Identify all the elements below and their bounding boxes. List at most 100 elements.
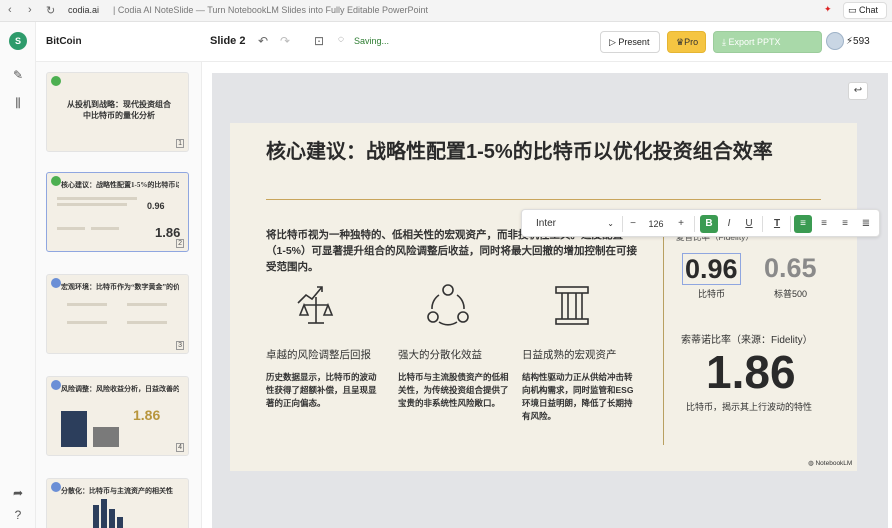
undo-icon: ↩ — [853, 85, 863, 96]
status-badge-icon — [51, 482, 61, 492]
align-left-icon[interactable]: ≡ — [794, 215, 812, 233]
avatar[interactable] — [826, 32, 844, 50]
undo-icon[interactable]: ↶ — [258, 34, 268, 48]
thumbnail-stat: 1.86 — [133, 407, 161, 423]
thumbnail-chart-bar — [117, 517, 123, 528]
bold-button[interactable]: B — [700, 215, 718, 233]
pro-label: Pro — [684, 37, 699, 47]
thumbnail-chart-bar — [61, 411, 87, 447]
underline-button[interactable]: U — [740, 215, 758, 233]
thumbnail-text-line — [67, 303, 107, 306]
font-family-select[interactable]: Inter ⌄ — [530, 215, 618, 233]
present-label: Present — [618, 37, 650, 47]
thumbnail-number: 3 — [176, 341, 184, 350]
font-size-decrease-button[interactable]: − — [624, 215, 642, 233]
title-rule — [266, 199, 821, 200]
share-icon[interactable]: ➦ — [9, 484, 27, 502]
browser-bar: ‹ › ↻ codia.ai | Codia AI NoteSlide — Tu… — [0, 0, 892, 22]
feature-body[interactable]: 比特币与主流股债资产的低相关性，为传统投资组合提供了宝贵的非系统性风险敞口。 — [398, 371, 510, 410]
feature-heading[interactable]: 日益成熟的宏观资产 — [522, 347, 642, 362]
sharpe-value-btc[interactable]: 0.96 — [682, 253, 741, 285]
thumbnail-title: 分散化：比特币与主流资产的相关性 — [61, 487, 173, 495]
align-center-icon[interactable]: ≡ — [815, 215, 833, 233]
feature-heading[interactable]: 强大的分散化效益 — [398, 347, 518, 362]
thumbnail-chart-bar — [93, 505, 99, 528]
slide-thumbnails-panel[interactable]: 从投机到战略：现代投资组合中比特币的量化分析 1 核心建议：战略性配置1-5%的… — [36, 62, 202, 528]
thumbnail-text-line — [67, 321, 107, 324]
align-right-icon[interactable]: ≡ — [836, 215, 854, 233]
thumbnail-chart-bar — [109, 509, 115, 528]
chat-icon: ▭ — [848, 5, 857, 15]
help-icon[interactable]: ? — [9, 506, 27, 524]
align-justify-icon[interactable]: ≣ — [857, 215, 875, 233]
crown-icon: ♛ — [676, 37, 685, 47]
thumbnail-text-line — [57, 197, 137, 200]
export-label: Export PPTX — [728, 37, 781, 47]
slide-canvas[interactable]: ↩ 核心建议：战略性配置1-5%的比特币以优化投资组合效率 将比特币视为一种独特… — [212, 73, 888, 528]
thumbnail-chart-bar — [101, 499, 107, 528]
tab-title: | Codia AI NoteSlide — Turn NotebookLM S… — [113, 5, 428, 15]
slide-thumbnail-2[interactable]: 核心建议：战略性配置1-5%的比特币以优化投资组合效率 0.96 1.86 2 — [46, 172, 189, 252]
slide-name[interactable]: Slide 2 — [210, 35, 245, 47]
library-icon[interactable]: ⫼ — [9, 94, 27, 112]
credits-value: 593 — [853, 36, 870, 47]
text-color-button[interactable]: T — [768, 215, 786, 233]
back-arrow-icon[interactable]: ‹ — [8, 4, 12, 16]
toolbar-separator — [622, 216, 623, 232]
network-cycle-icon — [427, 284, 469, 326]
sortino-value[interactable]: 1.86 — [706, 345, 796, 399]
thumbnail-title: 从投机到战略：现代投资组合中比特币的量化分析 — [67, 100, 171, 120]
thumbnail-text-line — [127, 321, 167, 324]
toolbar-separator — [762, 216, 763, 232]
italic-button[interactable]: I — [720, 215, 738, 233]
editor-toolbar: BitCoin Slide 2 ↶ ↷ ⊡ ◌ Saving... ▷ Pres… — [36, 22, 892, 62]
reload-icon[interactable]: ↻ — [46, 4, 55, 17]
chat-button[interactable]: ▭ Chat — [843, 2, 887, 19]
toolbar-separator — [694, 216, 695, 232]
forward-arrow-icon[interactable]: › — [28, 4, 32, 16]
edited-badge-icon — [51, 176, 61, 186]
credits-counter: ⚡593 — [846, 36, 870, 47]
edited-badge-icon — [51, 76, 61, 86]
stat-caption-btc[interactable]: 比特币 — [698, 287, 725, 300]
slide-title[interactable]: 核心建议：战略性配置1-5%的比特币以优化投资组合效率 — [266, 139, 826, 166]
thumbnail-number: 1 — [176, 139, 184, 148]
thumbnail-title: 核心建议：战略性配置1-5%的比特币以优化投资组合效率 — [61, 181, 179, 189]
notebooklm-watermark: ◍ NotebookLM — [808, 459, 852, 467]
font-family-value: Inter — [536, 218, 557, 229]
feature-heading[interactable]: 卓越的风险调整后回报 — [266, 347, 386, 362]
sharpe-value-sp500[interactable]: 0.65 — [764, 253, 817, 283]
toolbar-separator — [790, 216, 791, 232]
thumbnail-text-line — [57, 227, 85, 230]
export-pptx-button[interactable]: ⤓ Export PPTX — [713, 31, 822, 53]
thumbnail-text-line — [127, 303, 167, 306]
stat-caption-sp500[interactable]: 标普500 — [774, 287, 807, 300]
undo-edit-button[interactable]: ↩ — [848, 82, 868, 100]
redo-icon[interactable]: ↷ — [280, 34, 290, 48]
pro-button[interactable]: ♛Pro — [667, 31, 706, 53]
balance-scale-chart-icon — [297, 286, 334, 324]
edit-icon[interactable]: ✎ — [9, 66, 27, 84]
font-size-value[interactable]: 126 — [644, 215, 668, 233]
chat-label: Chat — [859, 5, 879, 15]
image-insert-icon[interactable]: ⊡ — [314, 34, 324, 48]
url-host[interactable]: codia.ai — [68, 5, 99, 15]
slide-thumbnail-3[interactable]: 宏观环境：比特币作为“数字黄金”的价值 3 — [46, 274, 189, 354]
sortino-caption[interactable]: 比特币，揭示其上行波动的特性 — [686, 400, 812, 413]
slide-thumbnail-4[interactable]: 风险调整：风险收益分析，日益改善的回报 1.86 4 — [46, 376, 189, 456]
sortino-label[interactable]: 索蒂诺比率（来源：Fidelity） — [681, 331, 813, 346]
thumbnail-stat: 0.96 — [147, 201, 165, 211]
app-logo-icon[interactable]: S — [9, 32, 27, 50]
text-format-toolbar: Inter ⌄ − 126 + B I U T ≡ ≡ ≡ ≣ — [521, 209, 880, 237]
bolt-icon: ⚡ — [846, 36, 854, 47]
feature-body[interactable]: 历史数据显示，比特币的波动性获得了超额补偿，且呈现显著的正向偏态。 — [266, 371, 378, 410]
watermark-text: NotebookLM — [815, 460, 853, 467]
slide-thumbnail-5[interactable]: 分散化：比特币与主流资产的相关性 — [46, 478, 189, 528]
project-name[interactable]: BitCoin — [46, 36, 82, 47]
slide[interactable]: 核心建议：战略性配置1-5%的比特币以优化投资组合效率 将比特币视为一种独特的、… — [230, 123, 857, 471]
feature-body[interactable]: 结构性驱动力正从供给冲击转向机构需求，同时监管和ESG环境日益明朗，降低了长期持… — [522, 371, 634, 423]
left-rail: S ✎ ⫼ ➦ ? — [0, 22, 36, 528]
slide-thumbnail-1[interactable]: 从投机到战略：现代投资组合中比特币的量化分析 1 — [46, 72, 189, 152]
font-size-increase-button[interactable]: + — [672, 215, 690, 233]
present-button[interactable]: ▷ Present — [600, 31, 660, 53]
